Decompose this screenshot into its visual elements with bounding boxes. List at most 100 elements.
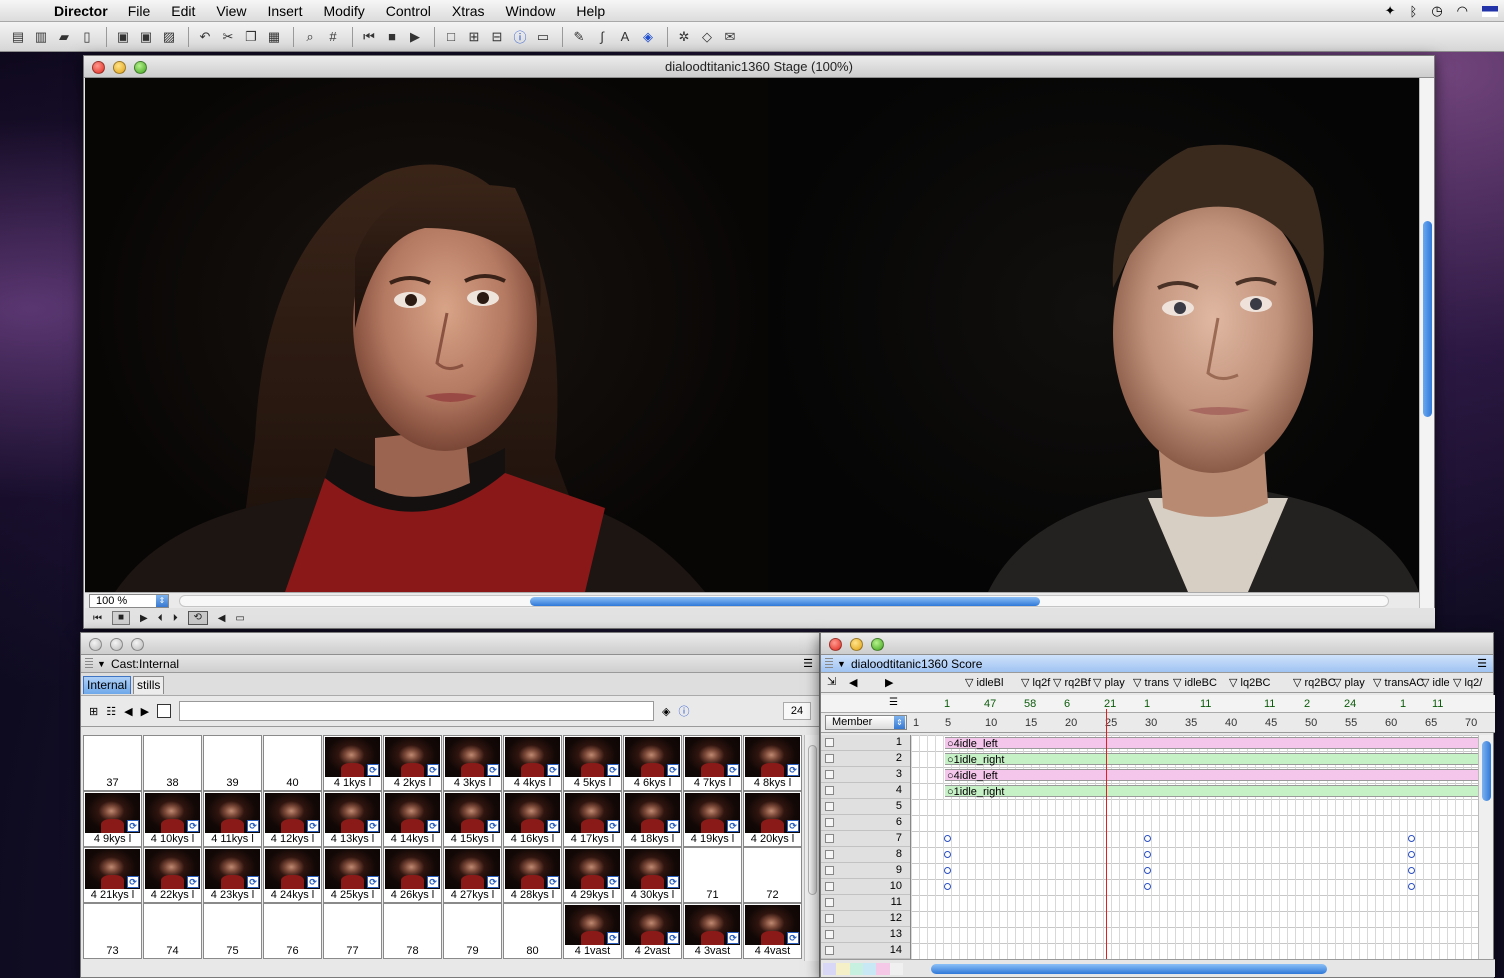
tempo-value[interactable]: 58 (1024, 698, 1036, 710)
stop-icon[interactable]: ■ (112, 611, 130, 625)
cast-member-cell[interactable]: ⟳ 4 22kys l (143, 847, 202, 903)
score-vscroll-thumb[interactable] (1482, 741, 1491, 801)
property-inspector-icon[interactable]: ⓘ (510, 27, 530, 47)
tempo-value[interactable]: 24 (1344, 698, 1356, 710)
cast-member-cell[interactable]: ⟳ 4 24kys l (263, 847, 322, 903)
cast-member-cell[interactable]: ⟳ 4 12kys l (263, 791, 322, 847)
cast-member-name-field[interactable] (179, 701, 655, 721)
play-icon[interactable]: ▶ (140, 613, 148, 624)
score-marker[interactable]: ▽ idleBl (965, 676, 1003, 689)
tab-internal[interactable]: Internal (83, 676, 132, 694)
cast-window-icon[interactable]: ⊞ (464, 27, 484, 47)
marker-triangle-icon[interactable]: ▽ (1173, 677, 1185, 689)
tempo-channel-icon[interactable]: ☰ (889, 697, 898, 708)
stage-titlebar[interactable]: dialoodtitanic1360 Stage (100%) (84, 56, 1434, 78)
channel-toggle-checkbox[interactable] (825, 898, 834, 907)
menu-edit[interactable]: Edit (171, 3, 195, 19)
channel-header[interactable]: 1 (821, 735, 910, 751)
panel-grip-icon[interactable] (825, 658, 833, 670)
score-marker[interactable]: ▽ trans (1133, 676, 1169, 689)
channel-header[interactable]: 4 (821, 783, 910, 799)
cast-member-cell[interactable]: ⟳ 4 7kys l (683, 735, 742, 791)
sprite-keyframe[interactable] (1408, 883, 1415, 890)
copy-icon[interactable]: ❐ (241, 27, 261, 47)
channel-header[interactable]: 14 (821, 943, 910, 959)
menu-window[interactable]: Window (506, 3, 556, 19)
cast-member-cell[interactable]: ⟳ 4 18kys l (623, 791, 682, 847)
cast-member-cell[interactable]: ⟳ 4 3vast (683, 903, 742, 959)
app-menu[interactable]: Director (54, 3, 108, 19)
vector-shape-icon[interactable]: ∫ (592, 27, 612, 47)
channel-header[interactable]: 8 (821, 847, 910, 863)
marker-triangle-icon[interactable]: ▽ (1453, 677, 1465, 689)
shockwave-3d-icon[interactable]: ◈ (638, 27, 658, 47)
cast-member-cell[interactable]: ⟳ 4 1vast (563, 903, 622, 959)
channel-toggle-checkbox[interactable] (825, 738, 834, 747)
save-icon[interactable]: ▣ (113, 27, 133, 47)
new-cast-icon[interactable]: ▥ (31, 27, 51, 47)
menu-view[interactable]: View (216, 3, 246, 19)
zoom-icon[interactable] (134, 61, 147, 74)
sprite-keyframe[interactable] (1408, 867, 1415, 874)
paste-icon[interactable]: ▦ (264, 27, 284, 47)
menu-modify[interactable]: Modify (323, 3, 364, 19)
marker-triangle-icon[interactable]: ▽ (1373, 677, 1385, 689)
collapse-triangle-icon[interactable]: ▼ (97, 655, 106, 673)
find-icon[interactable]: ⌕ (300, 27, 320, 47)
cast-member-cell[interactable]: ⟳ 4 19kys l (683, 791, 742, 847)
sprite-keyframe[interactable] (1144, 835, 1151, 842)
collapse-triangle-icon[interactable]: ▼ (837, 655, 846, 673)
volume-icon[interactable]: ◀ (218, 613, 226, 624)
cast-member-cell[interactable]: ⟳ 4 3kys l (443, 735, 502, 791)
sprite-color-swatches[interactable] (823, 963, 903, 975)
cast-member-cell[interactable]: 75 (203, 903, 262, 959)
loop-icon[interactable]: ⟲ (187, 611, 208, 625)
cast-member-cell[interactable]: ⟳ 4 11kys l (203, 791, 262, 847)
channel-toggle-checkbox[interactable] (825, 930, 834, 939)
cast-member-cell[interactable]: 38 (143, 735, 202, 791)
input-flag-icon[interactable] (1482, 5, 1498, 17)
cast-member-cell[interactable]: ⟳ 4 9kys l (83, 791, 142, 847)
menu-xtras[interactable]: Xtras (452, 3, 485, 19)
menu-control[interactable]: Control (386, 3, 431, 19)
cast-member-cell[interactable]: ⟳ 4 6kys l (623, 735, 682, 791)
tempo-value[interactable]: 1 (944, 698, 950, 710)
save-all-icon[interactable]: ▣ (136, 27, 156, 47)
cast-member-cell[interactable]: ⟳ 4 2kys l (383, 735, 442, 791)
stage-hscroll-thumb[interactable] (530, 596, 1040, 606)
chevron-down-icon[interactable]: ⇕ (894, 716, 905, 729)
step-backward-icon[interactable]: ⏴ (158, 613, 163, 624)
score-marker[interactable]: ▽ transAC (1373, 676, 1424, 689)
open-icon[interactable]: ▰ (54, 27, 74, 47)
channel-toggle-checkbox[interactable] (825, 802, 834, 811)
cast-member-cell[interactable]: 73 (83, 903, 142, 959)
marker-triangle-icon[interactable]: ▽ (1421, 677, 1433, 689)
drag-member-icon[interactable] (157, 704, 172, 718)
score-panel-header[interactable]: ▼ dialoodtitanic1360 Score ☰ (821, 655, 1493, 673)
minimize-icon[interactable] (850, 638, 863, 651)
score-marker[interactable]: ▽ lq2f (1021, 676, 1050, 689)
cast-member-cell[interactable]: ⟳ 4 4kys l (503, 735, 562, 791)
score-marker[interactable]: ▽ rq2Bf (1053, 676, 1091, 689)
score-hscroll-thumb[interactable] (931, 964, 1327, 974)
playhead[interactable] (1106, 709, 1107, 961)
cast-member-cell[interactable]: ⟳ 4 2vast (623, 903, 682, 959)
publish-icon[interactable]: ▨ (159, 27, 179, 47)
cast-member-cell[interactable]: ⟳ 4 14kys l (383, 791, 442, 847)
next-marker-icon[interactable]: ▶ (885, 676, 893, 689)
tempo-value[interactable]: 11 (1432, 698, 1443, 710)
text-window-icon[interactable]: A (615, 27, 635, 47)
score-marker[interactable]: ▽ idle (1421, 676, 1450, 689)
library-palette-icon[interactable]: ▭ (533, 27, 553, 47)
sprite-keyframe[interactable] (944, 851, 951, 858)
sprite-span[interactable]: ○4idle_left (945, 737, 1479, 750)
cast-view-style-icon[interactable]: ⊞ (89, 705, 98, 718)
stage-zoom-select[interactable]: 100 % ⇕ (89, 593, 169, 608)
sprite-span[interactable]: ○1idle_right (945, 753, 1479, 766)
play-icon[interactable]: ▶ (405, 27, 425, 47)
channel-toggle-checkbox[interactable] (825, 818, 834, 827)
menu-file[interactable]: File (128, 3, 151, 19)
behavior-inspector-icon[interactable]: ✲ (674, 27, 694, 47)
previous-member-icon[interactable]: ◀ (124, 705, 132, 718)
new-movie-icon[interactable]: ▤ (8, 27, 28, 47)
